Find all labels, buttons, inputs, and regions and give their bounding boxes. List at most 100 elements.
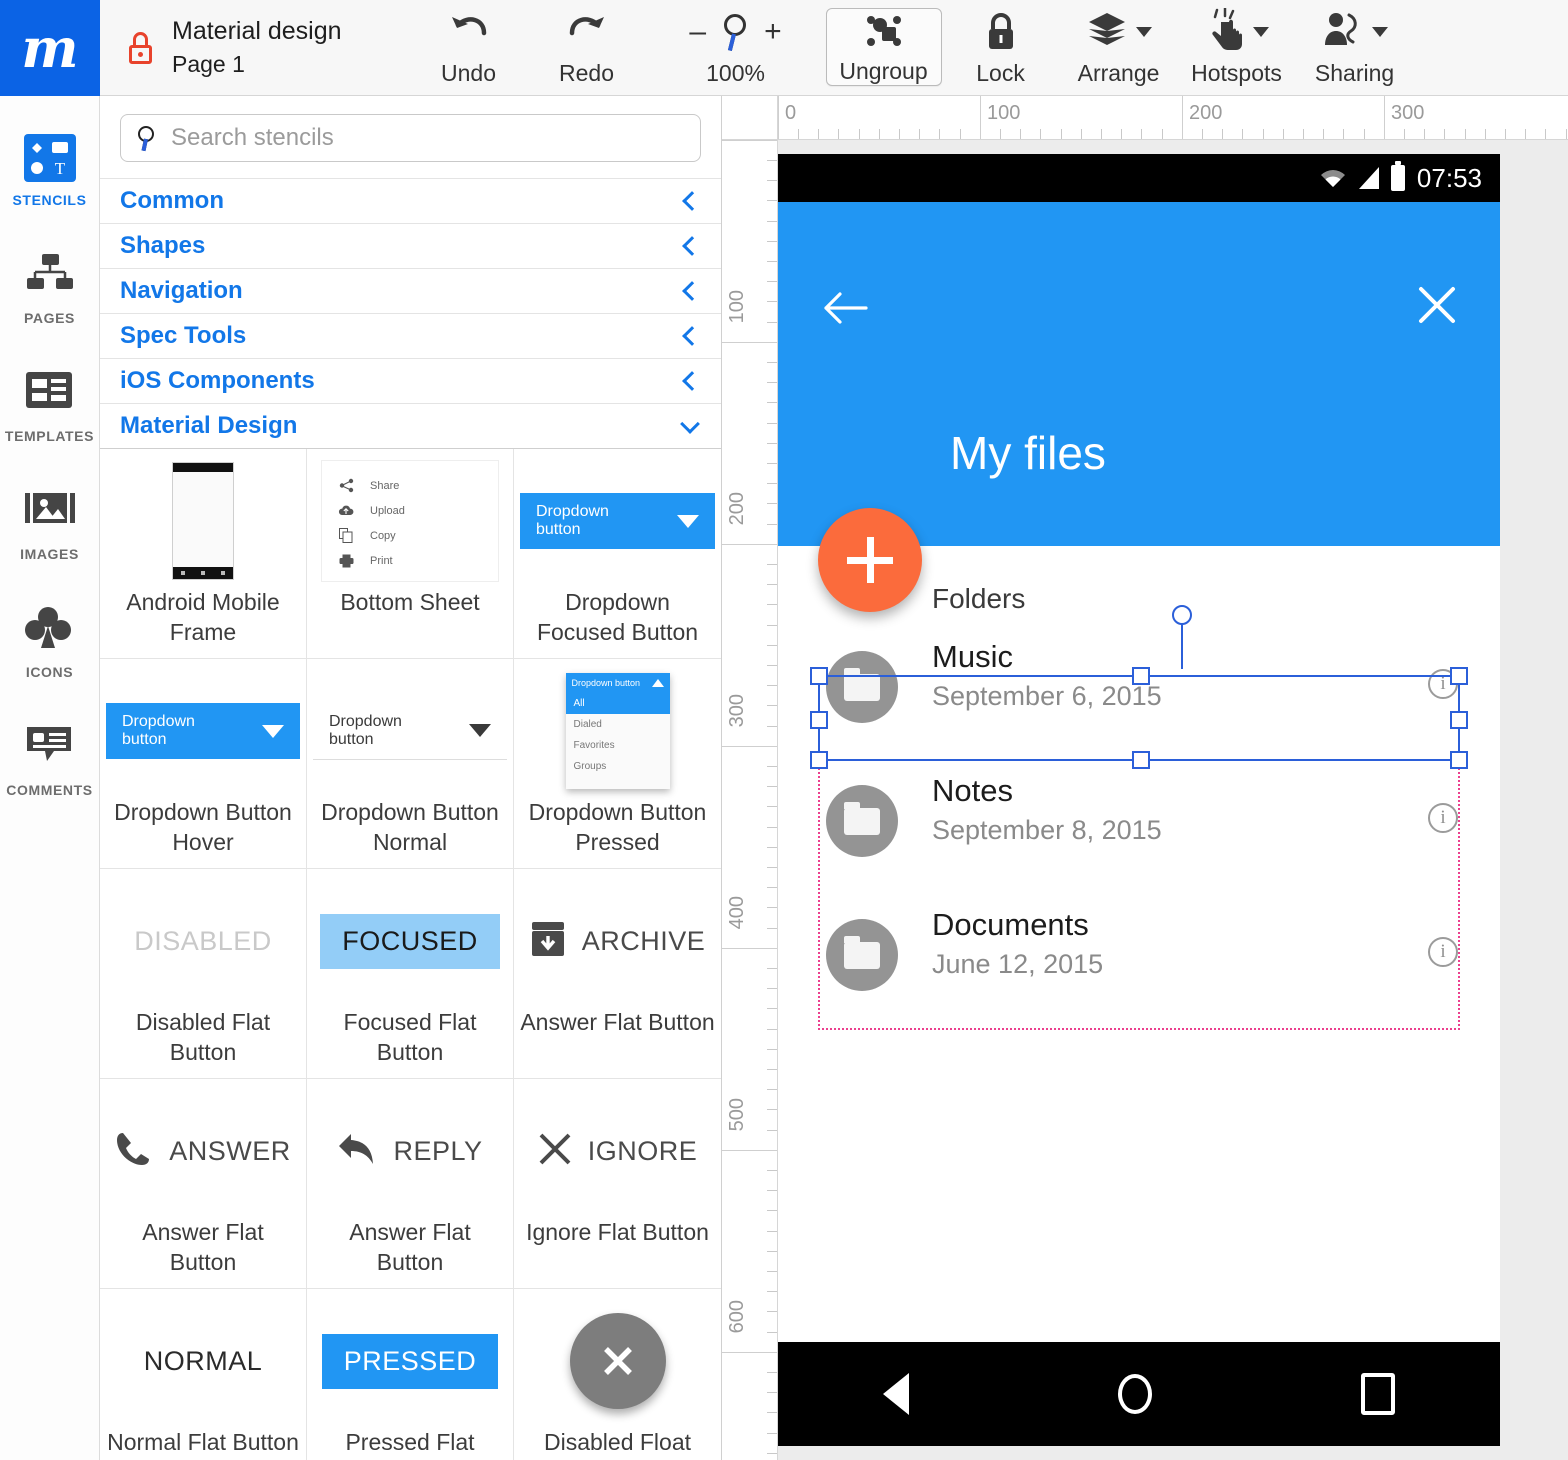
stencil-item[interactable]: PRESSED Pressed Flat Button: [307, 1289, 514, 1460]
category-spec-tools[interactable]: Spec Tools: [100, 313, 721, 358]
folder-icon: [826, 785, 898, 857]
left-rail: T STENCILS PAGES TEMPLATES IMAGES ICONS …: [0, 96, 100, 1460]
sidebar-item-stencils[interactable]: T STENCILS: [0, 112, 99, 230]
category-label: Material Design: [120, 412, 298, 439]
list-item[interactable]: Notes September 8, 2015 i: [778, 769, 1500, 903]
svg-text:T: T: [54, 159, 65, 178]
canvas-surface[interactable]: 07:53 My files Folders Music September 6…: [778, 140, 1568, 1460]
category-ios-components[interactable]: iOS Components: [100, 358, 721, 403]
search-box[interactable]: [120, 114, 701, 162]
chevron-left-icon[interactable]: [681, 236, 702, 256]
chevron-down-icon[interactable]: [1371, 26, 1388, 37]
document-title[interactable]: Material design: [172, 15, 342, 49]
unlocked-lock-icon[interactable]: [128, 31, 154, 64]
chevron-left-icon[interactable]: [681, 371, 702, 391]
chevron-left-icon[interactable]: [681, 281, 702, 301]
images-icon: [24, 488, 76, 536]
hotspots-button[interactable]: Hotspots: [1178, 0, 1296, 96]
stencil-item[interactable]: Android Mobile Frame: [100, 449, 307, 659]
back-arrow-icon[interactable]: [822, 288, 868, 328]
resize-handle-nw[interactable]: [810, 667, 828, 685]
stencil-item[interactable]: Dropdown button All Dialed Favorites Gro…: [514, 659, 721, 869]
canvas-area[interactable]: 0 100 200 300 100 200 300 400 500 600 07…: [722, 96, 1568, 1460]
resize-handle-se[interactable]: [1450, 751, 1468, 769]
stencil-item[interactable]: Dropdown button Dropdown Focused Button: [514, 449, 721, 659]
stencil-item[interactable]: ANSWER Answer Flat Button: [100, 1079, 307, 1289]
info-icon[interactable]: i: [1428, 803, 1458, 833]
flat-button-label: REPLY: [393, 1135, 483, 1166]
chevron-left-icon[interactable]: [681, 326, 702, 346]
chevron-down-icon[interactable]: [680, 414, 700, 435]
pages-icon: [24, 252, 76, 300]
info-icon[interactable]: i: [1428, 937, 1458, 967]
stencil-item[interactable]: REPLY Answer Flat Button: [307, 1079, 514, 1289]
arrange-button[interactable]: Arrange: [1060, 0, 1178, 96]
stencil-item[interactable]: Dropdown button Dropdown Button Normal: [307, 659, 514, 869]
stencil-item[interactable]: NORMAL Normal Flat Button: [100, 1289, 307, 1460]
nav-back-icon[interactable]: [882, 1373, 909, 1415]
sheet-item-label: Print: [370, 554, 393, 567]
search-input[interactable]: [171, 124, 686, 152]
zoom-out-button[interactable]: –: [689, 15, 706, 49]
category-shapes[interactable]: Shapes: [100, 223, 721, 268]
stencil-item[interactable]: Share Upload Copy Print Bottom Sheet: [307, 449, 514, 659]
undo-button[interactable]: Undo: [410, 0, 528, 96]
chevron-left-icon[interactable]: [681, 191, 702, 211]
dropdown-button-label: Dropdown button: [122, 713, 195, 748]
undo-arrow-icon: [448, 10, 490, 54]
redo-button[interactable]: Redo: [528, 0, 646, 96]
zoom-in-button[interactable]: +: [764, 15, 782, 49]
close-x-icon[interactable]: [1416, 284, 1458, 326]
stencil-item[interactable]: FOCUSED Focused Flat Button: [307, 869, 514, 1079]
resize-handle-w[interactable]: [810, 711, 828, 729]
ruler-tick-label: 300: [1391, 102, 1425, 124]
resize-handle-ne[interactable]: [1450, 667, 1468, 685]
ruler-tick-label: 200: [726, 492, 748, 526]
ruler-tick-label: 300: [726, 694, 748, 728]
lock-button[interactable]: Lock: [942, 0, 1060, 96]
battery-icon: [1390, 161, 1405, 191]
resize-handle-sw[interactable]: [810, 751, 828, 769]
selection-box[interactable]: [810, 605, 1468, 769]
sidebar-item-comments[interactable]: COMMENTS: [0, 702, 99, 820]
app-logo-letter: m: [21, 16, 79, 80]
category-label: Common: [120, 187, 224, 214]
resize-handle-e[interactable]: [1450, 711, 1468, 729]
stencil-label: Answer Flat Button: [349, 1219, 471, 1276]
stencil-item[interactable]: ARCHIVE Answer Flat Button: [514, 869, 721, 1079]
nav-home-icon[interactable]: [1117, 1374, 1152, 1414]
arrange-label: Arrange: [1077, 59, 1160, 86]
app-logo[interactable]: m: [0, 0, 100, 96]
flat-button-label: FOCUSED: [320, 913, 500, 969]
sidebar-item-pages[interactable]: PAGES: [0, 230, 99, 348]
floating-action-button[interactable]: [818, 508, 922, 612]
stencil-item[interactable]: IGNORE Ignore Flat Button: [514, 1079, 721, 1289]
category-material-design[interactable]: Material Design: [100, 403, 721, 448]
resize-handle-n[interactable]: [1132, 667, 1150, 685]
chevron-down-icon[interactable]: [1252, 26, 1269, 37]
chevron-down-icon[interactable]: [1135, 26, 1152, 37]
stencil-item[interactable]: DISABLED Disabled Flat Button: [100, 869, 307, 1079]
sidebar-item-icons[interactable]: ICONS: [0, 584, 99, 702]
ungroup-button[interactable]: Ungroup: [825, 8, 942, 86]
list-item[interactable]: Documents June 12, 2015 i: [778, 903, 1500, 1037]
rotate-handle[interactable]: [1172, 605, 1192, 625]
reply-arrow-icon: [337, 1132, 377, 1171]
sidebar-item-templates[interactable]: TEMPLATES: [0, 348, 99, 466]
answer-flat-preview: ANSWER: [106, 1087, 300, 1215]
category-navigation[interactable]: Navigation: [100, 268, 721, 313]
nav-recent-icon[interactable]: [1361, 1373, 1396, 1415]
stencil-item[interactable]: Dropdown button Dropdown Button Hover: [100, 659, 307, 869]
zoom-control[interactable]: – + 100%: [646, 0, 826, 96]
search-icon: [135, 124, 159, 152]
category-common[interactable]: Common: [100, 178, 721, 223]
file-date: September 8, 2015: [932, 815, 1162, 845]
sharing-button[interactable]: Sharing: [1296, 0, 1414, 96]
artboard[interactable]: 07:53 My files Folders Music September 6…: [778, 154, 1500, 1446]
resize-handle-s[interactable]: [1132, 751, 1150, 769]
stencil-label: Dropdown Button Hover: [114, 799, 292, 856]
top-toolbar: m Material design Page 1 Undo Redo – + 1…: [0, 0, 1568, 96]
sidebar-item-images[interactable]: IMAGES: [0, 466, 99, 584]
page-name[interactable]: Page 1: [172, 49, 342, 80]
stencil-item[interactable]: Disabled Float Button: [514, 1289, 721, 1460]
